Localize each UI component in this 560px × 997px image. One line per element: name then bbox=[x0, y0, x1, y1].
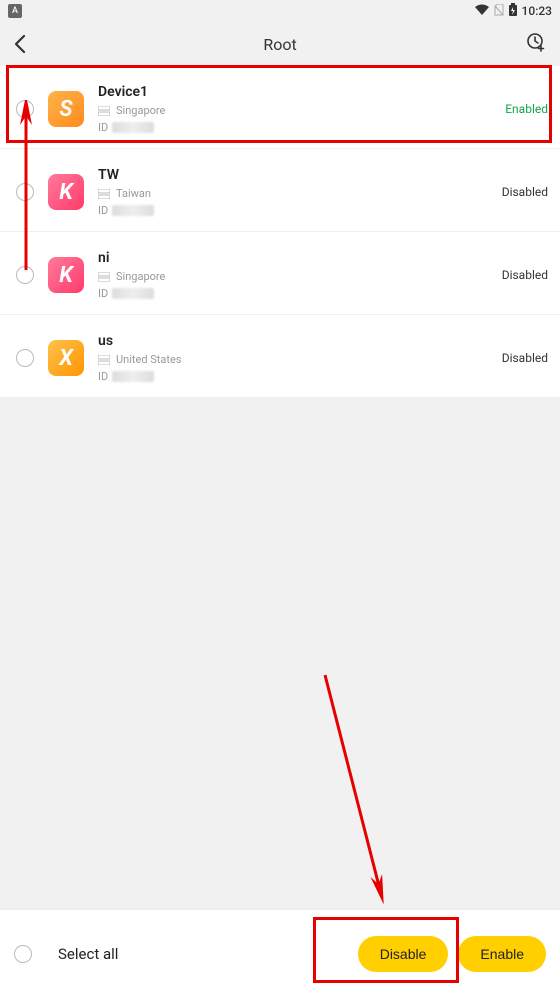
status-badge: Disabled bbox=[502, 268, 548, 282]
select-all-radio[interactable] bbox=[14, 945, 32, 963]
server-icon bbox=[98, 106, 110, 116]
id-line: ID bbox=[98, 287, 492, 300]
row-radio[interactable] bbox=[16, 349, 34, 367]
app-icon: K bbox=[48, 174, 84, 210]
country-line: United States bbox=[98, 353, 492, 366]
country-name: United States bbox=[116, 353, 181, 366]
id-label: ID bbox=[98, 121, 108, 134]
status-bar: A 10:23 bbox=[0, 0, 560, 22]
server-icon bbox=[98, 272, 110, 282]
device-row[interactable]: K TW Taiwan ID Disabled bbox=[0, 149, 560, 232]
country-name: Singapore bbox=[116, 104, 165, 117]
device-name: TW bbox=[98, 167, 492, 183]
header: Root bbox=[0, 22, 560, 66]
row-content: Device1 Singapore ID bbox=[98, 84, 495, 134]
country-name: Taiwan bbox=[116, 187, 151, 200]
device-row[interactable]: Kni Singapore ID Disabled bbox=[0, 232, 560, 315]
device-row[interactable]: Xus United States ID Disabled bbox=[0, 315, 560, 397]
country-name: Singapore bbox=[116, 270, 165, 283]
back-button[interactable] bbox=[14, 35, 26, 53]
status-right: 10:23 bbox=[474, 3, 552, 20]
id-label: ID bbox=[98, 204, 108, 217]
status-badge: Disabled bbox=[502, 185, 548, 199]
battery-icon bbox=[508, 3, 518, 20]
id-value-redacted bbox=[112, 288, 154, 299]
history-add-icon[interactable] bbox=[526, 32, 546, 56]
page-title: Root bbox=[263, 35, 296, 54]
country-line: Singapore bbox=[98, 270, 492, 283]
country-line: Singapore bbox=[98, 104, 495, 117]
server-icon bbox=[98, 189, 110, 199]
wifi-icon bbox=[474, 4, 490, 19]
row-radio[interactable] bbox=[16, 183, 34, 201]
country-line: Taiwan bbox=[98, 187, 492, 200]
device-name: us bbox=[98, 333, 492, 349]
id-label: ID bbox=[98, 287, 108, 300]
device-name: ni bbox=[98, 250, 492, 266]
app-icon: X bbox=[48, 340, 84, 376]
device-name: Device1 bbox=[98, 84, 495, 100]
action-buttons: Disable Enable bbox=[358, 936, 546, 972]
enable-button[interactable]: Enable bbox=[458, 936, 546, 972]
select-all-toggle[interactable]: Select all bbox=[14, 945, 118, 963]
row-content: us United States ID bbox=[98, 333, 492, 383]
status-badge: Disabled bbox=[502, 351, 548, 365]
id-value-redacted bbox=[112, 122, 154, 133]
select-all-label: Select all bbox=[58, 945, 118, 963]
bottom-bar: Select all Disable Enable bbox=[0, 909, 560, 997]
disable-button[interactable]: Disable bbox=[358, 936, 449, 972]
status-left: A bbox=[8, 4, 22, 18]
row-content: ni Singapore ID bbox=[98, 250, 492, 300]
id-value-redacted bbox=[112, 205, 154, 216]
keyboard-indicator: A bbox=[8, 4, 22, 18]
app-icon: K bbox=[48, 257, 84, 293]
id-line: ID bbox=[98, 121, 495, 134]
device-row[interactable]: S Device1 Singapore ID Enabled bbox=[0, 66, 560, 149]
id-label: ID bbox=[98, 370, 108, 383]
id-value-redacted bbox=[112, 371, 154, 382]
sim-icon bbox=[494, 4, 504, 19]
row-radio[interactable] bbox=[16, 266, 34, 284]
server-icon bbox=[98, 355, 110, 365]
status-badge: Enabled bbox=[505, 102, 548, 116]
id-line: ID bbox=[98, 370, 492, 383]
clock-text: 10:23 bbox=[522, 4, 552, 18]
app-icon: S bbox=[48, 91, 84, 127]
row-content: TW Taiwan ID bbox=[98, 167, 492, 217]
row-radio[interactable] bbox=[16, 100, 34, 118]
id-line: ID bbox=[98, 204, 492, 217]
annotation-arrow-diag bbox=[320, 670, 400, 910]
device-list: S Device1 Singapore ID Enabled K TW Taiwan ID Dis… bbox=[0, 66, 560, 397]
